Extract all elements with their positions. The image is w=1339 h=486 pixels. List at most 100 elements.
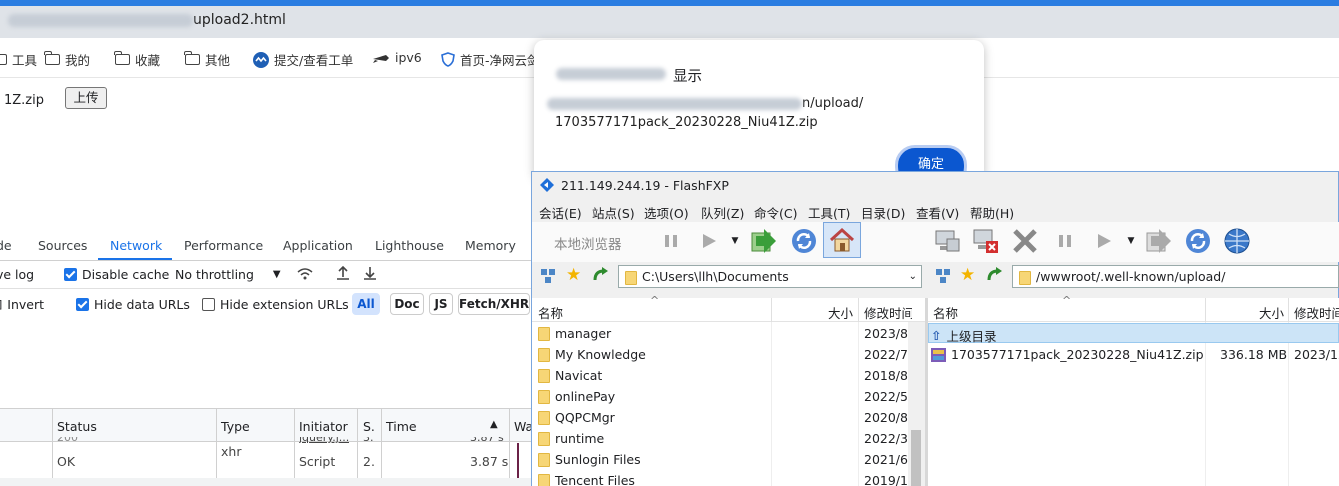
menu-commands[interactable]: 命令(C) xyxy=(754,203,797,222)
initiator-link[interactable]: jquery.j... xyxy=(299,437,349,444)
tab-memory[interactable]: Memory xyxy=(465,238,516,253)
dropdown-arrow-icon[interactable]: ▼ xyxy=(1125,236,1137,246)
local-path-input[interactable]: C:\Users\llh\Documents ⌄ xyxy=(618,265,922,288)
file-date: 2022/7/ xyxy=(864,347,908,362)
network-conditions-icon[interactable] xyxy=(296,266,314,281)
folder-icon xyxy=(44,51,60,65)
tab-sources[interactable]: Sources xyxy=(38,238,87,253)
import-har-icon[interactable] xyxy=(336,265,350,281)
play-icon[interactable] xyxy=(697,229,721,253)
parent-directory-item[interactable]: ⇧ 上级目录 xyxy=(931,326,997,345)
dropdown-arrow-icon[interactable]: ▼ xyxy=(729,236,741,246)
bookmark-ipv6[interactable]: ipv6 xyxy=(372,50,422,65)
column-size[interactable]: 大小 xyxy=(828,303,853,322)
bookmark-label: 首页-净网云剑 xyxy=(460,53,540,68)
refresh-icon[interactable] xyxy=(1182,225,1214,257)
column-modified[interactable]: 修改时间 xyxy=(864,303,912,322)
preserve-log-option[interactable]: ve log xyxy=(0,267,34,282)
list-item[interactable]: runtime xyxy=(538,431,604,446)
list-item[interactable]: onlinePay xyxy=(538,389,615,404)
abort-icon[interactable] xyxy=(1009,225,1041,257)
column-status[interactable]: Status xyxy=(57,419,97,434)
file-name: Tencent Files xyxy=(555,473,635,486)
tab-performance[interactable]: Performance xyxy=(184,238,263,253)
hide-data-urls-option[interactable]: Hide data URLs xyxy=(76,297,190,312)
folder-icon xyxy=(184,51,200,65)
alert-title-text: 显示 xyxy=(673,69,702,85)
transfer-icon[interactable] xyxy=(1143,225,1175,257)
network-drive-icon[interactable] xyxy=(934,267,952,285)
column-name[interactable]: 名称 xyxy=(538,303,563,322)
column-initiator[interactable]: Initiator xyxy=(299,419,348,434)
bookmark-favorites[interactable]: 收藏 xyxy=(114,50,160,69)
local-scrollbar[interactable] xyxy=(908,322,925,486)
column-modified[interactable]: 修改时间 xyxy=(1294,303,1339,322)
waterfall-bar xyxy=(517,443,519,478)
menu-queue[interactable]: 队列(Z) xyxy=(701,203,744,222)
hide-extension-urls-option[interactable]: Hide extension URLs xyxy=(202,297,349,312)
column-type[interactable]: Type xyxy=(221,419,250,434)
disable-cache-label: Disable cache xyxy=(82,267,170,282)
bookmark-other[interactable]: 其他 xyxy=(184,50,230,69)
upload-button[interactable]: 上传 xyxy=(65,87,107,109)
menu-session[interactable]: 会话(E) xyxy=(539,203,582,222)
blurred-text xyxy=(547,97,802,110)
favorites-star-icon[interactable]: ★ xyxy=(566,265,581,285)
list-item[interactable]: 1703577171pack_20230228_Niu41Z.zip xyxy=(931,347,1204,362)
bookmark-ticket[interactable]: 提交/查看工单 xyxy=(253,50,353,69)
filter-doc[interactable]: Doc xyxy=(390,293,424,315)
filter-js[interactable]: JS xyxy=(429,293,453,315)
list-item[interactable]: QQPCMgr xyxy=(538,410,615,425)
list-item[interactable]: Tencent Files xyxy=(538,473,635,486)
chevron-down-icon[interactable]: ⌄ xyxy=(909,266,917,287)
list-item[interactable]: manager xyxy=(538,326,611,341)
go-up-icon[interactable] xyxy=(986,266,1004,284)
throttling-select[interactable]: No throttling ▼ xyxy=(175,267,281,282)
checkbox-unchecked-icon[interactable] xyxy=(202,298,215,311)
invert-option[interactable]: ] Invert xyxy=(0,297,44,312)
bookmark-tools[interactable]: 工具 xyxy=(0,50,37,69)
refresh-icon[interactable] xyxy=(788,225,820,257)
home-icon[interactable] xyxy=(823,222,861,258)
menu-help[interactable]: 帮助(H) xyxy=(970,203,1014,222)
disconnect-icon[interactable] xyxy=(969,225,1001,257)
transfer-icon[interactable] xyxy=(748,225,780,257)
connect-icon[interactable] xyxy=(931,225,963,257)
tab-application[interactable]: Application xyxy=(283,238,353,253)
remote-path-input[interactable]: /wwwroot/.well-known/upload/ xyxy=(1012,265,1339,288)
filter-all[interactable]: All xyxy=(352,293,380,315)
list-item[interactable]: Navicat xyxy=(538,368,602,383)
export-har-icon[interactable] xyxy=(363,265,377,281)
tab-title[interactable]: upload2.html xyxy=(8,12,286,28)
column-size[interactable]: S. xyxy=(363,419,375,434)
column-size[interactable]: 大小 xyxy=(1259,303,1284,322)
pause-icon[interactable] xyxy=(660,230,682,252)
checkbox-checked-icon[interactable] xyxy=(64,268,77,281)
column-name[interactable]: 名称 xyxy=(933,303,958,322)
scrollbar-thumb[interactable] xyxy=(911,430,921,486)
checkbox-checked-icon[interactable] xyxy=(76,298,89,311)
window-title-bar[interactable]: 211.149.244.19 - FlashFXP xyxy=(539,177,729,193)
disable-cache-option[interactable]: Disable cache xyxy=(64,267,169,282)
pause-icon[interactable] xyxy=(1054,230,1076,252)
globe-icon[interactable] xyxy=(1221,225,1253,257)
menu-directory[interactable]: 目录(D) xyxy=(861,203,905,222)
network-drive-icon[interactable] xyxy=(539,267,557,285)
bookmark-home[interactable]: 首页-净网云剑 xyxy=(441,50,540,69)
bookmark-mine[interactable]: 我的 xyxy=(44,50,90,69)
tab-lighthouse[interactable]: Lighthouse xyxy=(375,238,444,253)
filter-fetch-xhr[interactable]: Fetch/XHR xyxy=(458,293,530,315)
tab-network[interactable]: Network xyxy=(110,238,162,253)
favorites-star-icon[interactable]: ★ xyxy=(960,265,975,285)
menu-view[interactable]: 查看(V) xyxy=(916,203,959,222)
tab-elements[interactable]: de xyxy=(0,238,12,253)
play-icon[interactable] xyxy=(1092,229,1116,253)
menu-tools[interactable]: 工具(T) xyxy=(808,203,850,222)
list-item[interactable]: Sunlogin Files xyxy=(538,452,641,467)
column-time[interactable]: Time xyxy=(386,419,417,434)
menu-options[interactable]: 选项(O) xyxy=(644,203,689,222)
go-up-icon[interactable] xyxy=(592,266,610,284)
menu-sites[interactable]: 站点(S) xyxy=(592,203,635,222)
column-divider xyxy=(1288,322,1289,486)
list-item[interactable]: My Knowledge xyxy=(538,347,646,362)
